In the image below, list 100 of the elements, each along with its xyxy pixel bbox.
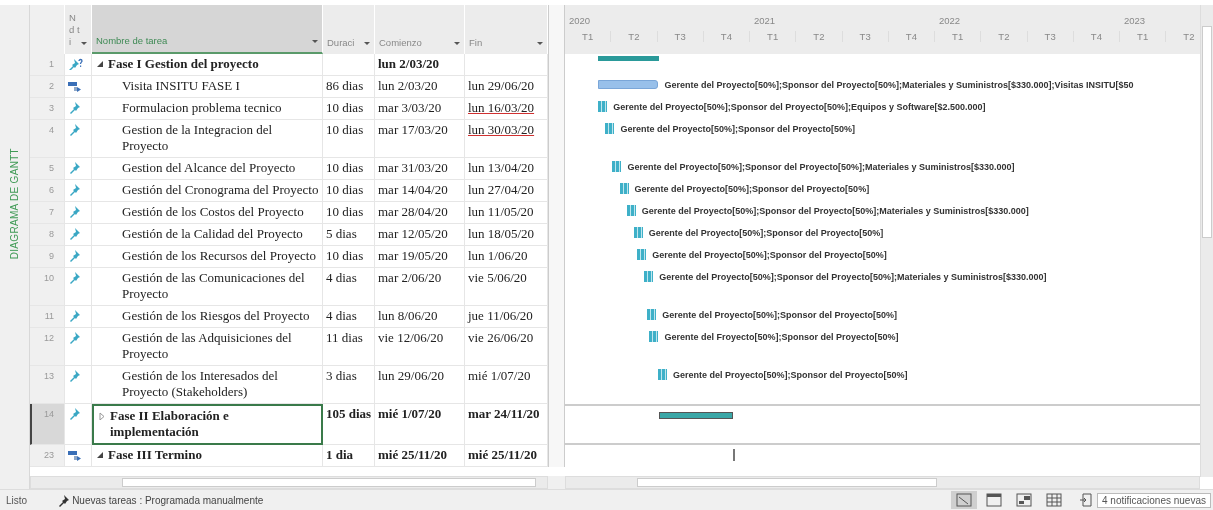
- task-bar[interactable]: [597, 80, 659, 89]
- pane-splitter[interactable]: [548, 5, 565, 467]
- summary-bar[interactable]: [597, 56, 660, 61]
- task-name: Gestión de los Riesgos del Proyecto: [122, 308, 310, 324]
- year-label: 2023: [1123, 15, 1147, 26]
- collapse-icon[interactable]: [96, 451, 104, 459]
- caret-icon: [364, 42, 370, 45]
- row-number[interactable]: 11: [30, 306, 65, 328]
- task-bar[interactable]: [733, 449, 736, 461]
- task-bar[interactable]: [637, 249, 647, 260]
- pin-icon: [68, 249, 81, 262]
- task-bar[interactable]: [644, 271, 654, 282]
- horizontal-scrollbar[interactable]: [30, 476, 548, 490]
- row-number[interactable]: 3: [30, 98, 65, 120]
- row-number[interactable]: 7: [30, 202, 65, 224]
- row-number[interactable]: 2: [30, 76, 65, 98]
- row-number[interactable]: 5: [30, 158, 65, 180]
- expand-icon[interactable]: [98, 412, 106, 420]
- pin-icon: [68, 123, 81, 136]
- horizontal-scrollbar[interactable]: [565, 476, 1200, 490]
- task-bar[interactable]: [657, 369, 667, 380]
- row-number[interactable]: 1: [30, 54, 65, 76]
- column-header[interactable]: Duraci: [323, 5, 375, 54]
- row-number[interactable]: 13: [30, 366, 65, 404]
- task-bar[interactable]: [598, 101, 608, 112]
- vertical-scrollbar[interactable]: [1200, 5, 1213, 477]
- row-number[interactable]: 4: [30, 120, 65, 158]
- resource-label: Gerente del Proyecto[50%];Sponsor del Proyecto[50%];Equipos y Software[$2.500.000]: [613, 101, 986, 114]
- row-number[interactable]: 9: [30, 246, 65, 268]
- duration-cell: 1 dia: [323, 445, 375, 467]
- duration-cell: 3 dias: [323, 366, 375, 404]
- resource-label: Gerente del Proyecto[50%];Sponsor del Proyecto[50%]: [672, 369, 908, 382]
- team-planner-view-icon: [1016, 493, 1033, 507]
- resource-label: Gerente del Proyecto[50%];Sponsor del Proyecto[50%]: [648, 227, 884, 240]
- task-name: Fase I Gestion del proyecto: [108, 56, 259, 72]
- task-bar[interactable]: [605, 123, 615, 134]
- finish-date: lun 1/06/20: [468, 248, 528, 263]
- view-button[interactable]: [951, 491, 978, 509]
- row-number[interactable]: 14: [30, 404, 65, 445]
- summary-bar[interactable]: [659, 412, 734, 419]
- finish-date: lun 11/05/20: [468, 204, 534, 219]
- auto-task-icon: [68, 79, 82, 92]
- resource-sheet-view-icon: [1046, 493, 1063, 507]
- row-number[interactable]: 23: [30, 445, 65, 467]
- row-number[interactable]: 8: [30, 224, 65, 246]
- gantt-view-icon: [956, 493, 973, 507]
- task-bar[interactable]: [612, 161, 622, 172]
- task-name: Gestión de los Costos del Proyecto: [122, 204, 304, 220]
- start-cell: lun 2/03/20: [375, 54, 465, 76]
- task-bar[interactable]: [647, 309, 657, 320]
- duration-cell: 10 dias: [323, 202, 375, 224]
- column-header[interactable]: Fin: [465, 5, 548, 54]
- pin-icon: [68, 331, 81, 344]
- notification-link[interactable]: 4 notificaciones nuevas: [1097, 492, 1211, 508]
- quarter-label: T2: [796, 31, 843, 42]
- caret-icon: [312, 40, 318, 43]
- start-cell: mar 17/03/20: [375, 120, 465, 158]
- duration-cell: 10 dias: [323, 246, 375, 268]
- row-number[interactable]: 12: [30, 328, 65, 366]
- caret-icon: [81, 42, 87, 45]
- task-name: Fase III Termino: [108, 447, 202, 463]
- start-cell: mié 25/11/20: [375, 445, 465, 467]
- task-name: Visita INSITU FASE I: [122, 78, 240, 94]
- task-bar[interactable]: [649, 331, 659, 342]
- finish-date: lun 30/03/20: [468, 122, 535, 137]
- finish-date: vie 5/06/20: [468, 270, 527, 285]
- duration-cell: 10 dias: [323, 158, 375, 180]
- task-name: Gestión de los Interesados del Proyecto (Stakeholders): [122, 368, 279, 400]
- pin-icon: [68, 407, 81, 420]
- collapse-icon[interactable]: [96, 60, 104, 68]
- start-cell: mar 31/03/20: [375, 158, 465, 180]
- task-name: Gestión de las Adquisiciones del Proyecto: [122, 330, 293, 362]
- finish-date: mié 1/07/20: [468, 368, 531, 383]
- finish-date: lun 29/06/20: [468, 78, 535, 93]
- row-number[interactable]: 10: [30, 268, 65, 306]
- pin-icon: [68, 183, 81, 196]
- quarter-label: T2: [981, 31, 1028, 42]
- duration-cell: 5 dias: [323, 224, 375, 246]
- task-bar[interactable]: [626, 205, 636, 216]
- row-number[interactable]: 6: [30, 180, 65, 202]
- quarter-label: T4: [703, 31, 750, 42]
- finish-date: lun 16/03/20: [468, 100, 535, 115]
- pin-icon: [68, 227, 81, 240]
- start-cell: lun 8/06/20: [375, 306, 465, 328]
- task-bar[interactable]: [633, 227, 643, 238]
- column-header[interactable]: Nombre de tarea: [92, 5, 323, 54]
- caret-icon: [537, 42, 543, 45]
- quarter-label: T1: [935, 31, 982, 42]
- duration-cell: 10 dias: [323, 180, 375, 202]
- column-header[interactable]: Comienzo: [375, 5, 465, 54]
- new-tasks-mode[interactable]: Nuevas tareas : Programada manualmente: [39, 493, 264, 507]
- task-name: Gestión de la Calidad del Proyecto: [122, 226, 303, 242]
- resource-label: Gerente del Proyecto[50%];Sponsor del Proyecto[50%];Materiales y Suministros[$330.000]: [659, 271, 1047, 284]
- duration-cell: 86 dias: [323, 76, 375, 98]
- resource-label: Gerente del Proyecto[50%];Sponsor del Proyecto[50%]: [620, 123, 855, 136]
- task-bar[interactable]: [619, 183, 629, 194]
- duration-cell: 105 dias: [323, 404, 375, 445]
- duration-cell: 11 dias: [323, 328, 375, 366]
- quarter-label: T4: [888, 31, 935, 42]
- pin-icon: [68, 161, 81, 174]
